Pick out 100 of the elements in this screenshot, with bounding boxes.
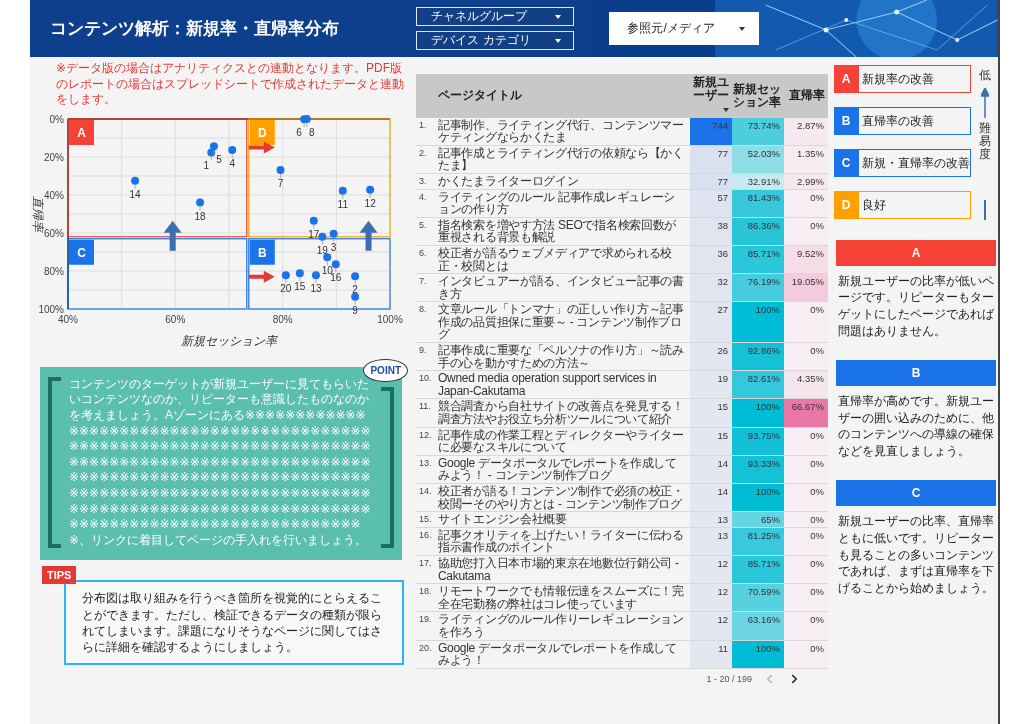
- table-cell-text: Google データポータルでレポートを作成してみよう！ - コンテンツ制作ブログ: [438, 455, 678, 483]
- difficulty-label: 難易度: [978, 122, 991, 162]
- axis-tick-label: 20%: [44, 151, 64, 163]
- axis-tick-label: 80%: [272, 313, 293, 325]
- data-point: [131, 176, 140, 185]
- filter-dropdown[interactable]: チャネルグループ: [416, 7, 575, 26]
- legend-swatch: C: [834, 149, 858, 177]
- row-number: 1.: [418, 118, 428, 132]
- table-cell: 57: [690, 189, 732, 217]
- point-label: 19: [316, 240, 328, 256]
- difficulty-low: 低: [978, 67, 991, 84]
- table-cell: 0%: [784, 455, 828, 483]
- table-cell: 65%: [732, 512, 784, 527]
- description-text: 新規ユーザーの比率が低いページです。リピーターもターゲットにしたページであれば問題はありません。: [838, 272, 995, 340]
- table-cell: 93.33%: [732, 455, 784, 483]
- row-number: 20.: [418, 641, 433, 655]
- point-label: 2: [352, 279, 358, 295]
- table-cell-text: かくたまライターログイン: [438, 173, 580, 189]
- table-cell: 0%: [784, 427, 828, 455]
- table-cell: 100%: [732, 399, 784, 427]
- row-number: 19.: [418, 613, 433, 627]
- description-header: A: [836, 239, 996, 266]
- axis-tick-label: 100%: [38, 303, 64, 315]
- legend-label: 良好: [858, 191, 971, 219]
- table-cell: 0%: [784, 527, 828, 555]
- table-cell-text: 校正者が語る！コンテンツ制作で必須の校正・校閲ーそのやり方とは - コンテンツ制作ブログ: [438, 484, 685, 512]
- up-arrow: [980, 88, 989, 118]
- axis-tick-label: 100%: [377, 313, 403, 325]
- row-number: 18.: [418, 585, 433, 599]
- right-arrow: [248, 141, 275, 154]
- table-cell: 85.71%: [732, 245, 784, 274]
- table-cell: 63.16%: [732, 612, 784, 640]
- table-cell: 0%: [784, 640, 828, 668]
- table-cell: 12: [690, 612, 732, 640]
- description-header: C: [836, 479, 996, 506]
- up-arrow: [359, 220, 378, 251]
- table-cell: 12: [690, 584, 732, 612]
- table-cell: 19.05%: [784, 274, 828, 302]
- data-point: [196, 198, 204, 207]
- table-cell: 0%: [784, 302, 828, 343]
- row-number: 10.: [418, 372, 433, 386]
- note-text: ※データ版の場合はアナリティクスとの連動となります。PDF版のレポートの場合はスプレッドシートで作成されたデータと連動をします。: [56, 61, 405, 108]
- table-cell: 0%: [784, 555, 828, 584]
- table-cell: 15: [690, 427, 732, 455]
- table-cell: 14: [690, 484, 732, 512]
- tips-text: 分布図は取り組みを行うべき箇所を視覚的にとらえることができます。ただし、検証できるデータの種類が限られてしまいます。課題になりそうなページに関してはさらに詳細を確認するようにしましょう。: [82, 590, 383, 656]
- table-cell: 100%: [732, 302, 784, 343]
- table-cell-text: リモートワークでも情報伝達をスムーズに！完全在宅勤務の弊社はコレ使っています: [438, 584, 685, 612]
- data-point: [366, 185, 375, 194]
- table-cell: 100%: [732, 484, 784, 512]
- table-cell: 92.86%: [732, 343, 784, 371]
- point-label: 12: [364, 193, 376, 209]
- filter-dropdown[interactable]: デバイス カテゴリ: [416, 31, 575, 50]
- source-dropdown[interactable]: 参照元/メディア: [609, 12, 760, 45]
- table-cell: 14: [690, 455, 732, 483]
- table-cell: 0%: [784, 343, 828, 371]
- row-number: 12.: [418, 428, 433, 442]
- table-cell-text: 文章ルール「トンマナ」の正しい作り方～記事作成の品質担保に重要～ - コンテンツ制作ブログ: [438, 302, 685, 343]
- point-label: 15: [294, 276, 306, 293]
- point-label: 8: [306, 122, 315, 138]
- description-text: 新規ユーザーの比率、直帰率ともに低いです。リピーターも見ることの多いコンテンツであれば、まずは直帰率を下げることから始めましょう。: [838, 512, 995, 597]
- zone-label: D: [249, 119, 275, 145]
- point-label: 20: [280, 278, 292, 294]
- table-cell-text: Owned media operation support services in Japan-Cakutama: [438, 371, 658, 399]
- table-cell: 32: [690, 274, 732, 302]
- table-cell: 4.35%: [784, 371, 828, 399]
- legend-label: 新規・直帰率の改善: [858, 149, 971, 177]
- table-cell: 0%: [784, 189, 828, 217]
- page-title: コンテンツ解析：新規率・直帰率分布: [50, 18, 340, 40]
- row-number: 13.: [418, 456, 433, 470]
- table-cell: 66.67%: [784, 399, 828, 427]
- sort-icon: [723, 108, 729, 113]
- table-cell: 76.19%: [732, 274, 784, 302]
- row-number: 8.: [418, 303, 428, 317]
- column-header[interactable]: 直帰率: [784, 89, 828, 103]
- axis-tick-label: 60%: [44, 227, 64, 239]
- table-cell: 77: [690, 145, 732, 173]
- table-cell-text: 競合調査から自社サイトの改善点を発見する！調査方法やお役立ち分析ツールについて紹介: [438, 399, 685, 427]
- table-cell: 81.25%: [732, 527, 784, 555]
- column-header[interactable]: 新規ユーザー: [690, 76, 732, 116]
- column-header[interactable]: ページタイトル: [438, 87, 690, 105]
- legend-swatch: D: [834, 191, 858, 219]
- data-point: [318, 232, 327, 241]
- table-cell: 73.74%: [732, 117, 784, 145]
- point-label: 7: [277, 173, 284, 189]
- data-point: [209, 142, 218, 151]
- row-number: 4.: [418, 190, 428, 204]
- column-header[interactable]: 新規セッション率: [732, 82, 784, 109]
- zone-label: C: [69, 239, 94, 265]
- axis-tick-label: 80%: [44, 265, 64, 277]
- legend-label: 新規率の改善: [858, 65, 971, 93]
- table-cell: 0%: [784, 484, 828, 512]
- caret-icon: [555, 38, 562, 43]
- table-cell: 38: [690, 217, 732, 245]
- caret-icon: [739, 26, 746, 31]
- row-number: 2.: [418, 146, 428, 160]
- table-cell-text: 記事作成に重要な「ペルソナの作り方」～読み手の心を動かすための方法～: [438, 343, 685, 371]
- right-arrow: [248, 270, 275, 283]
- row-number: 15.: [418, 513, 433, 527]
- point-badge: POINT: [363, 358, 408, 382]
